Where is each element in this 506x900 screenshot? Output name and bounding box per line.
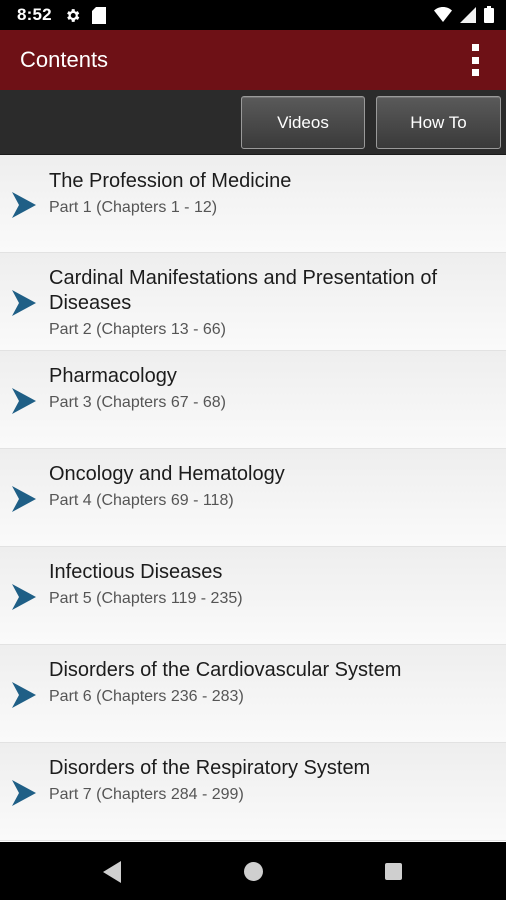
- chevron-right-icon: [12, 682, 36, 708]
- how-to-button[interactable]: How To: [376, 96, 501, 149]
- home-icon[interactable]: [244, 862, 263, 881]
- sd-card-icon: [92, 7, 106, 24]
- list-item-part-3[interactable]: Pharmacology Part 3 (Chapters 67 - 68): [0, 351, 506, 449]
- menu-dot: [471, 44, 479, 51]
- menu-dot: [471, 69, 479, 76]
- signal-icon: [460, 6, 476, 23]
- list-item-title: Oncology and Hematology: [49, 463, 285, 485]
- list-item-title: Pharmacology: [49, 365, 177, 387]
- wifi-icon: [434, 7, 452, 22]
- list-item-subtitle: Part 6 (Chapters 236 - 283): [49, 688, 244, 705]
- chevron-right-icon: [12, 388, 36, 414]
- gear-icon: [67, 9, 80, 22]
- contents-list: The Profession of Medicine Part 1 (Chapt…: [0, 155, 506, 841]
- list-item-part-4[interactable]: Oncology and Hematology Part 4 (Chapters…: [0, 449, 506, 547]
- recent-apps-icon[interactable]: [385, 863, 402, 880]
- list-item-part-6[interactable]: Disorders of the Cardiovascular System P…: [0, 645, 506, 743]
- list-item-part-2[interactable]: Cardinal Manifestations and Presentation…: [0, 253, 506, 351]
- navigation-bar: [0, 842, 506, 900]
- overflow-menu-icon[interactable]: [470, 44, 480, 76]
- list-item-subtitle: Part 5 (Chapters 119 - 235): [49, 590, 243, 607]
- list-item-title: The Profession of Medicine: [49, 170, 292, 192]
- app-bar: Contents: [0, 30, 506, 90]
- chevron-right-icon: [12, 584, 36, 610]
- list-item-subtitle: Part 1 (Chapters 1 - 12): [49, 199, 218, 216]
- chevron-right-icon: [12, 192, 36, 218]
- chevron-right-icon: [12, 486, 36, 512]
- list-item-part-5[interactable]: Infectious Diseases Part 5 (Chapters 119…: [0, 547, 506, 645]
- chevron-right-icon: [12, 780, 36, 806]
- status-bar: 8:52: [0, 0, 506, 30]
- list-item-subtitle: Part 3 (Chapters 67 - 68): [49, 394, 226, 411]
- menu-dot: [471, 56, 479, 64]
- chevron-right-icon: [12, 290, 36, 316]
- status-time: 8:52: [17, 5, 52, 24]
- list-item-part-1[interactable]: The Profession of Medicine Part 1 (Chapt…: [0, 155, 506, 253]
- list-item-title: Disorders of the Cardiovascular System: [49, 659, 402, 681]
- toolbar: Videos How To: [0, 90, 506, 155]
- page-title: Contents: [20, 47, 109, 72]
- videos-button[interactable]: Videos: [241, 96, 365, 149]
- list-item-subtitle: Part 7 (Chapters 284 - 299): [49, 786, 244, 803]
- battery-icon: [484, 6, 494, 23]
- list-item-subtitle: Part 4 (Chapters 69 - 118): [49, 492, 234, 509]
- list-item-part-7[interactable]: Disorders of the Respiratory System Part…: [0, 743, 506, 841]
- list-item-subtitle: Part 2 (Chapters 13 - 66): [49, 321, 226, 338]
- list-item-title: Infectious Diseases: [49, 561, 223, 583]
- back-icon[interactable]: [101, 861, 123, 883]
- list-item-title: Cardinal Manifestations and Presentation…: [49, 267, 438, 314]
- list-item-title: Disorders of the Respiratory System: [49, 757, 371, 779]
